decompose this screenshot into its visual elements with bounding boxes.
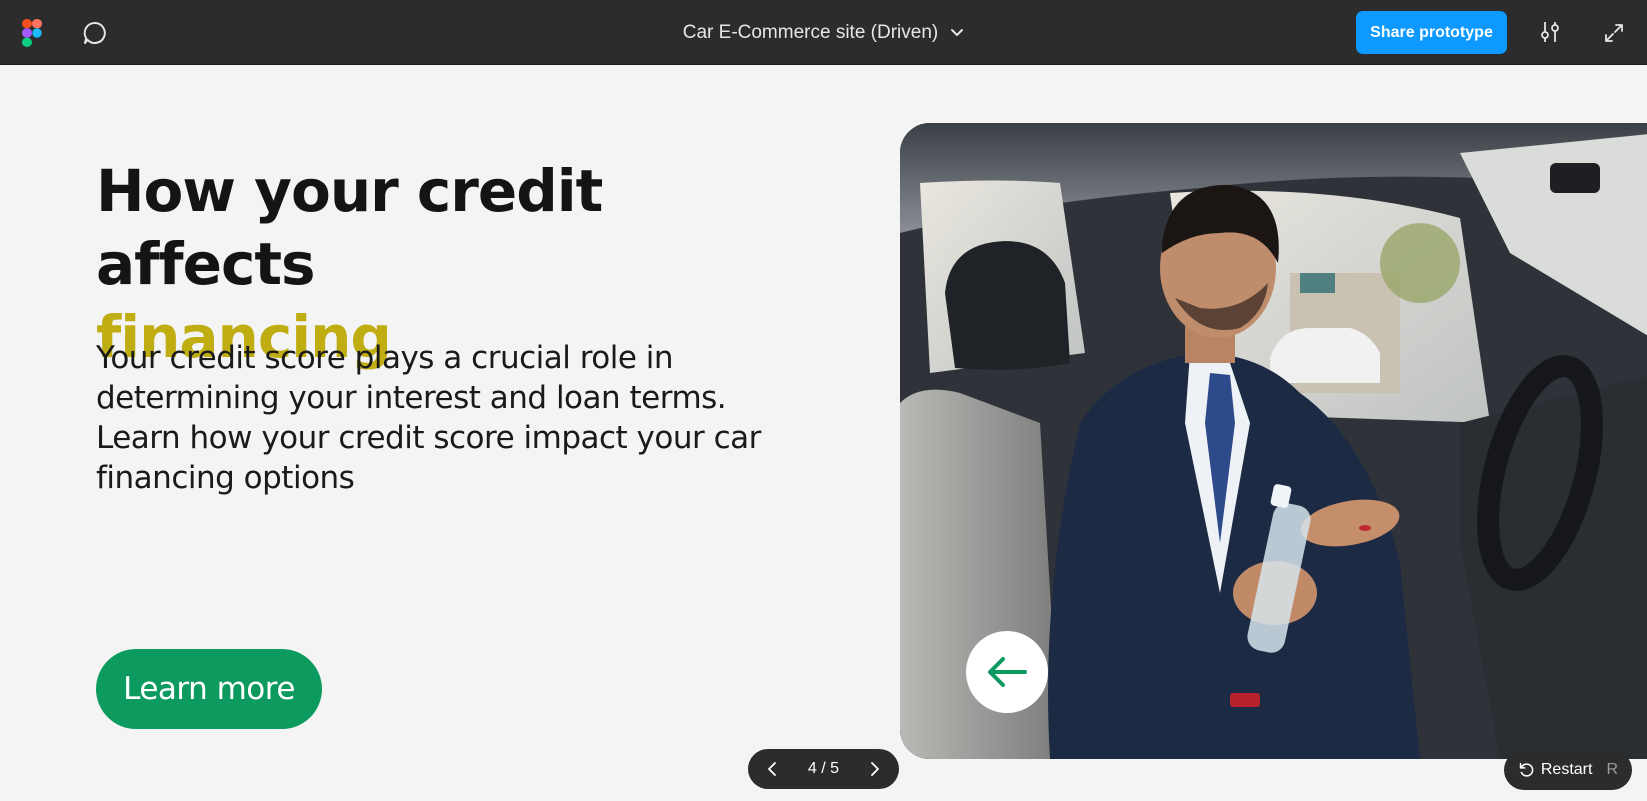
- prototype-frame: How your credit affects financing Your c…: [0, 65, 1647, 801]
- restart-label: Restart: [1540, 761, 1593, 778]
- chevron-down-icon[interactable]: [950, 28, 964, 38]
- figma-logo-icon[interactable]: [22, 19, 42, 47]
- share-prototype-button[interactable]: Share prototype: [1356, 11, 1507, 54]
- chevron-left-icon: [768, 762, 776, 776]
- restart-shortcut: R: [1606, 761, 1618, 778]
- restart-icon: [1519, 762, 1534, 777]
- photo-back-button[interactable]: [966, 631, 1048, 713]
- sliders-icon[interactable]: [1538, 20, 1562, 44]
- learn-more-button[interactable]: Learn more: [96, 649, 322, 729]
- restart-button[interactable]: Restart R: [1504, 750, 1632, 790]
- comment-bubble-icon[interactable]: [82, 20, 108, 46]
- chevron-right-icon: [871, 762, 879, 776]
- next-frame-button[interactable]: [863, 757, 887, 781]
- arrow-left-icon: [988, 657, 1027, 687]
- headline-line: How your credit affects: [96, 157, 603, 298]
- file-title[interactable]: Car E-Commerce site (Driven): [683, 22, 938, 44]
- previous-frame-button[interactable]: [760, 757, 784, 781]
- frame-position: 4 / 5: [807, 760, 840, 777]
- frame-pager: 4 / 5: [748, 749, 899, 789]
- prototype-toolbar: Car E-Commerce site (Driven) Share proto…: [0, 0, 1647, 65]
- slide-body-text: Your credit score plays a crucial role i…: [96, 340, 761, 496]
- expand-icon[interactable]: [1603, 22, 1625, 44]
